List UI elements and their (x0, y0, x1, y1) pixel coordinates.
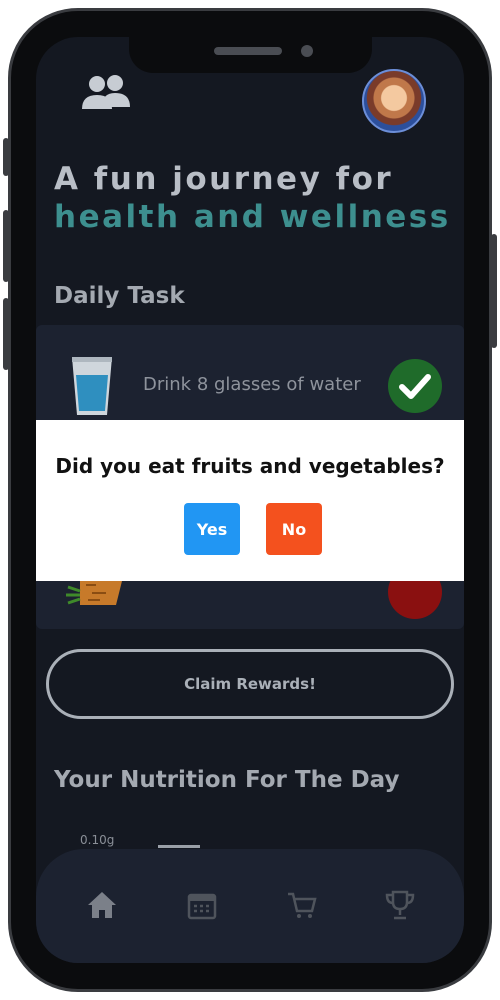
hero-title-line2: health and wellness (54, 199, 451, 235)
confirmation-dialog: Did you eat fruits and vegetables? Yes N… (36, 420, 464, 581)
users-icon[interactable] (80, 73, 132, 113)
no-button[interactable]: No (266, 503, 322, 555)
yes-button[interactable]: Yes (184, 503, 240, 555)
task-done-check-icon[interactable] (388, 359, 442, 413)
home-icon[interactable] (86, 889, 118, 921)
calendar-icon[interactable] (186, 889, 218, 921)
notch (129, 37, 372, 73)
hero-title-line1: A fun journey for (54, 161, 394, 197)
nutrition-bar (158, 845, 200, 848)
daily-task-heading: Daily Task (54, 283, 185, 309)
claim-rewards-button[interactable]: Claim Rewards! (46, 649, 454, 719)
nutrition-heading: Your Nutrition For The Day (54, 767, 400, 793)
speaker (214, 47, 282, 55)
volume-down-button (3, 298, 9, 370)
carrot-icon (66, 581, 122, 605)
power-button (491, 234, 497, 348)
trophy-icon[interactable] (384, 889, 416, 921)
app-screen: A fun journey for health and wellness Da… (36, 37, 464, 963)
water-glass-icon (72, 357, 112, 415)
cart-icon[interactable] (286, 889, 318, 921)
dialog-question: Did you eat fruits and vegetables? (55, 454, 445, 478)
task-label: Drink 8 glasses of water (143, 374, 361, 395)
nutrition-value-label: 0.10g (80, 833, 115, 847)
volume-up-button (3, 210, 9, 282)
mute-switch (3, 138, 9, 176)
profile-avatar[interactable] (362, 69, 426, 133)
front-camera (301, 45, 313, 57)
